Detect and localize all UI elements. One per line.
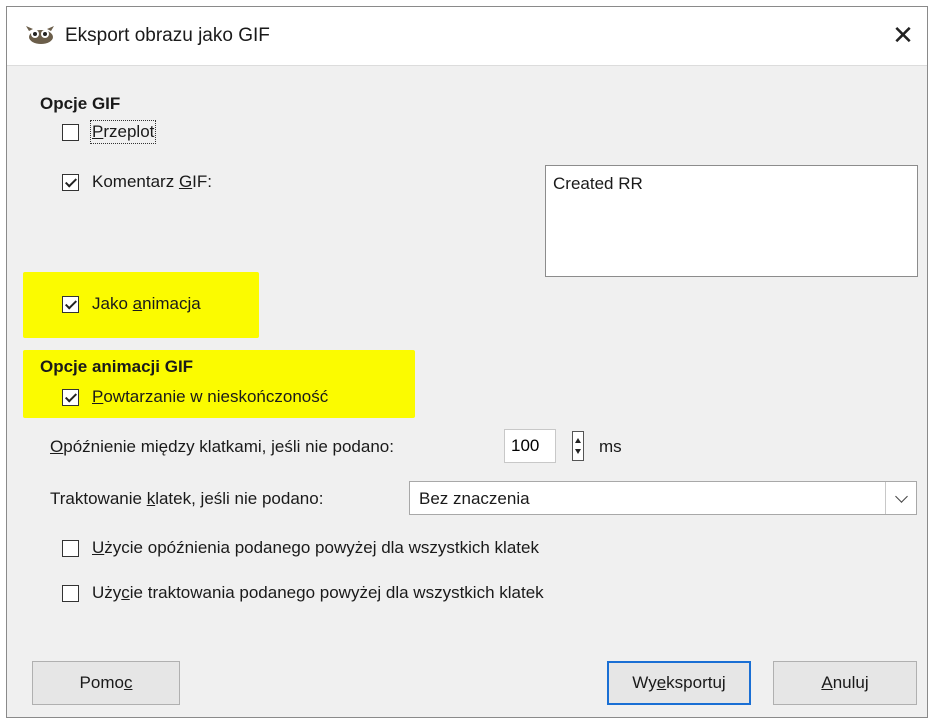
gimp-wilber-icon	[26, 26, 54, 44]
use-delay-all-label[interactable]: Użycie opóźnienia podanego powyżej dla w…	[92, 538, 539, 558]
gif-options-title: Opcje GIF	[40, 94, 121, 113]
spin-up-arrow[interactable]	[575, 438, 581, 443]
gif-comment-text: Created RR	[553, 174, 643, 193]
select-arrow[interactable]	[885, 482, 916, 514]
gif-comment-label[interactable]: Komentarz GIF:	[92, 172, 212, 192]
gif-comment-checkbox[interactable]	[62, 174, 79, 191]
export-gif-dialog: Eksport obrazu jako GIF ✕ Opcje GIF Prze…	[6, 6, 928, 718]
frame-disposal-select[interactable]: Bez znaczenia	[409, 481, 917, 515]
animation-options-title: Opcje animacji GIF	[40, 357, 194, 376]
cancel-button[interactable]: Anuluj	[773, 661, 917, 705]
frame-delay-label: Opóźnienie między klatkami, jeśli nie po…	[50, 437, 394, 456]
frame-disposal-label: Traktowanie klatek, jeśli nie podano:	[50, 489, 324, 508]
close-button[interactable]: ✕	[883, 15, 923, 55]
use-disposal-all-label[interactable]: Użycie traktowania podanego powyżej dla …	[92, 583, 544, 603]
export-button[interactable]: Wy e ksportuj	[607, 661, 751, 705]
loop-forever-label[interactable]: Powtarzanie w nieskończoność	[92, 387, 328, 407]
use-disposal-all-checkbox[interactable]	[62, 585, 79, 602]
gif-comment-textarea[interactable]: Created RR	[545, 165, 918, 277]
as-animation-checkbox[interactable]	[62, 296, 79, 313]
spin-down-arrow[interactable]	[575, 449, 581, 454]
title-bar: Eksport obrazu jako GIF ✕	[7, 7, 927, 66]
spinner-updown-icon[interactable]	[572, 431, 584, 461]
as-animation-label[interactable]: Jako animacja	[92, 294, 201, 314]
interlace-checkbox[interactable]	[62, 124, 79, 141]
interlace-label[interactable]: Przeplot	[89, 120, 157, 144]
frame-delay-input[interactable]	[504, 429, 556, 463]
frame-delay-unit: ms	[599, 437, 622, 456]
close-icon: ✕	[892, 19, 914, 50]
use-delay-all-checkbox[interactable]	[62, 540, 79, 557]
frame-disposal-value: Bez znaczenia	[419, 489, 530, 508]
window-title: Eksport obrazu jako GIF	[65, 25, 270, 46]
chevron-down-icon	[894, 489, 908, 503]
loop-forever-checkbox[interactable]	[62, 389, 79, 406]
help-button[interactable]: Pomo c	[32, 661, 180, 705]
